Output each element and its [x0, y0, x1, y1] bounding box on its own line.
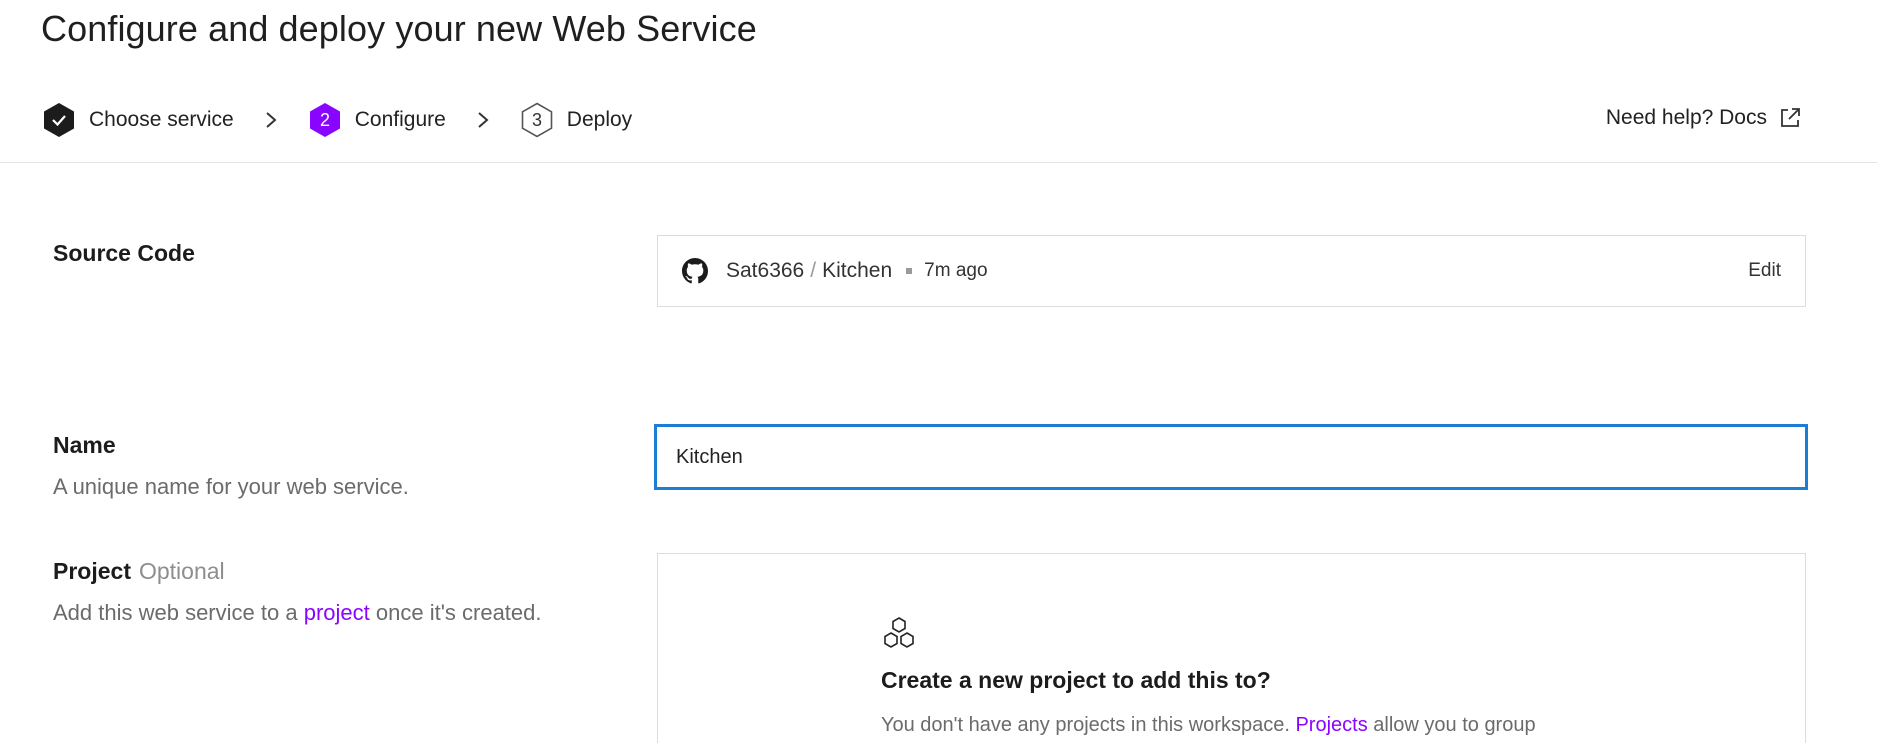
step-label-configure: Configure	[354, 108, 446, 131]
chevron-right-icon	[478, 112, 489, 128]
step-configure[interactable]: 2 Configure	[308, 102, 446, 138]
step-label-choose-service: Choose service	[89, 108, 234, 131]
project-link[interactable]: project	[304, 600, 370, 625]
github-icon	[682, 258, 708, 284]
source-code-label: Source Code	[53, 240, 195, 266]
step-number-deploy: 3	[532, 110, 542, 130]
project-desc-suffix: once it's created.	[375, 600, 542, 625]
edit-source-button[interactable]: Edit	[1748, 260, 1781, 282]
step-number-hexagon-icon: 3	[521, 102, 553, 138]
docs-help-label: Need help? Docs	[1605, 106, 1767, 129]
project-description: Add this web service to a project once i…	[53, 600, 542, 626]
source-code-card: Sat6366 / Kitchen 7m ago Edit	[657, 235, 1806, 307]
optional-tag: Optional	[138, 558, 225, 584]
step-number-configure: 2	[320, 110, 330, 130]
step-number-hexagon-icon: 2	[309, 103, 340, 137]
name-label: Name	[53, 432, 116, 458]
project-label-text: Project	[53, 558, 131, 584]
external-link-icon	[1781, 108, 1800, 127]
project-empty-state-card: Create a new project to add this to? You…	[657, 553, 1806, 743]
step-deploy[interactable]: 3 Deploy	[520, 102, 632, 138]
project-label: Project Optional	[53, 558, 225, 585]
header-divider	[0, 162, 1877, 163]
project-empty-description: You don't have any projects in this work…	[881, 714, 1536, 737]
docs-help-link[interactable]: Need help? Docs	[1606, 106, 1801, 130]
service-name-input[interactable]	[654, 424, 1808, 490]
check-icon	[44, 103, 74, 137]
projects-link[interactable]: Projects	[1295, 714, 1367, 736]
stepper: Choose service 2 Configure 3 Deploy	[42, 100, 632, 140]
page-title: Configure and deploy your new Web Servic…	[41, 8, 757, 49]
step-choose-service[interactable]: Choose service	[42, 102, 234, 138]
step-label-deploy: Deploy	[566, 108, 633, 131]
repo-separator: /	[810, 259, 817, 282]
chevron-right-icon	[266, 112, 277, 128]
repo-owner: Sat6366	[726, 259, 805, 282]
name-description: A unique name for your web service.	[53, 474, 409, 499]
project-empty-desc-suffix: allow you to group	[1373, 714, 1536, 736]
project-hexagons-icon	[884, 617, 914, 648]
bullet-separator	[906, 268, 913, 274]
repo-name: Kitchen	[822, 259, 893, 282]
project-empty-title: Create a new project to add this to?	[881, 667, 1271, 693]
project-desc-prefix: Add this web service to a	[53, 600, 298, 625]
project-empty-desc-prefix: You don't have any projects in this work…	[881, 714, 1290, 736]
repo-updated-time: 7m ago	[924, 260, 988, 281]
